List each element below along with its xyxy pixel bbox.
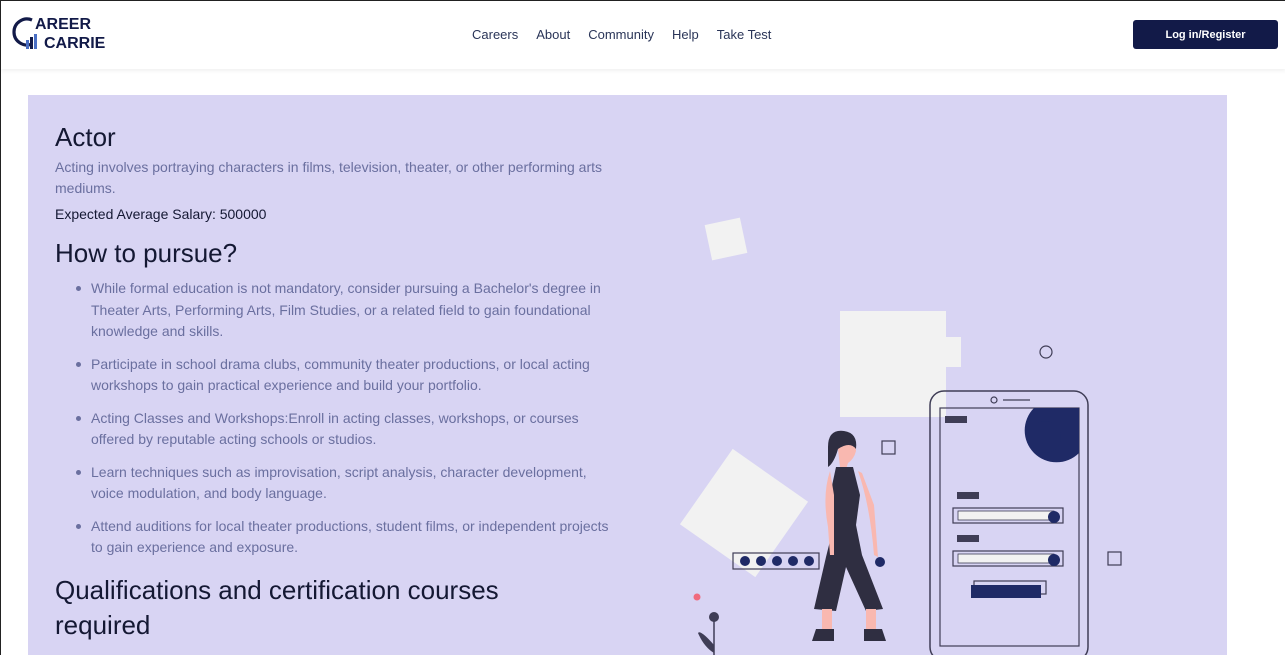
list-item: Learn techniques such as improvisation, … xyxy=(76,462,621,505)
nav-link-careers[interactable]: Careers xyxy=(472,27,518,42)
login-illustration xyxy=(679,217,1122,655)
deco-square xyxy=(704,217,748,261)
nav-links: Careers About Community Help Take Test xyxy=(472,27,789,42)
pursue-steps-list: While formal education is not mandatory,… xyxy=(55,278,635,559)
login-register-button[interactable]: Log in/Register xyxy=(1133,20,1278,49)
deco-outline-square xyxy=(1107,551,1122,566)
career-carrier-logo[interactable]: AREER CARRIER xyxy=(10,13,117,53)
nav-link-community[interactable]: Community xyxy=(588,27,654,42)
qualifications-heading: Qualifications and certification courses… xyxy=(55,574,499,640)
nav-link-take-test[interactable]: Take Test xyxy=(717,27,772,42)
career-title: Actor xyxy=(55,122,116,152)
expected-salary: Expected Average Salary: 500000 xyxy=(55,206,635,222)
career-detail-card: Actor Acting involves portraying charact… xyxy=(28,95,1227,655)
list-item: Attend auditions for local theater produ… xyxy=(76,516,621,559)
deco-square xyxy=(931,337,961,367)
career-description: Acting involves portraying characters in… xyxy=(55,159,603,196)
list-item: While formal education is not mandatory,… xyxy=(76,278,621,343)
svg-text:AREER: AREER xyxy=(35,16,91,33)
plant-decoration xyxy=(693,593,719,655)
list-item: Acting Classes and Workshops:Enroll in a… xyxy=(76,408,621,451)
svg-text:CARRIER: CARRIER xyxy=(44,35,105,52)
top-navbar: AREER CARRIER Careers About Community He… xyxy=(1,1,1285,69)
list-item: Participate in school drama clubs, commu… xyxy=(76,354,621,397)
career-content: Actor Acting involves portraying charact… xyxy=(55,123,635,643)
nav-link-help[interactable]: Help xyxy=(672,27,699,42)
phone-mockup xyxy=(929,390,1089,655)
deco-circle xyxy=(1039,345,1053,359)
nav-link-about[interactable]: About xyxy=(536,27,570,42)
salary-value: 500000 xyxy=(219,206,267,222)
deco-outline-square xyxy=(881,440,896,455)
woman-figure xyxy=(812,430,886,641)
salary-label: Expected Average Salary: xyxy=(55,206,220,222)
how-to-pursue-heading: How to pursue? xyxy=(55,238,238,268)
